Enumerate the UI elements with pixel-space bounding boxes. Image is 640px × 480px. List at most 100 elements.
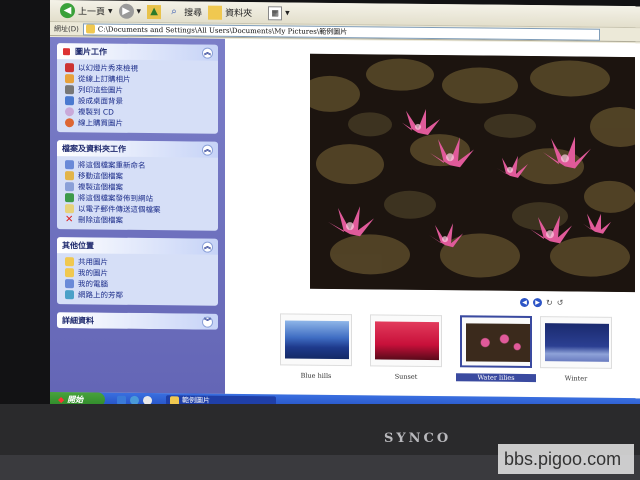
thumbnail-winter[interactable] xyxy=(540,316,612,369)
task-label: 以電子郵件傳送這個檔案 xyxy=(78,204,161,215)
globe-icon xyxy=(65,118,74,128)
camera-icon xyxy=(62,46,71,56)
desktop-icon xyxy=(65,96,74,106)
details-group: 詳細資料 ︾ xyxy=(57,312,218,330)
other-places-group: 其他位置 ︽ 共用圖片 我的圖片 我的電腦 網路上的芳鄰 xyxy=(57,237,218,306)
details-header[interactable]: 詳細資料 ︾ xyxy=(57,312,218,330)
folder-icon xyxy=(65,268,74,278)
place-label: 我的電腦 xyxy=(78,279,108,289)
rotate-ccw-icon[interactable]: ↺ xyxy=(557,298,564,307)
folder-icon xyxy=(208,5,223,20)
search-icon: ⌕ xyxy=(171,5,177,17)
show-desktop-icon[interactable] xyxy=(117,395,126,405)
task-label: 複製這個檔案 xyxy=(78,182,123,192)
picture-tasks-header[interactable]: 圖片工作 ︽ xyxy=(57,43,218,61)
back-label: 上一頁 xyxy=(78,7,106,18)
thumbnail-image xyxy=(285,320,349,360)
task-label: 線上購買圖片 xyxy=(78,118,123,128)
thumbnail-label: Blue hills xyxy=(300,371,332,380)
thumbnail-image xyxy=(466,323,530,363)
thumbnail-water-lilies[interactable] xyxy=(460,315,532,369)
rename-icon xyxy=(65,160,74,170)
details-title: 詳細資料 xyxy=(62,315,94,325)
windows-logo-icon: ◆ xyxy=(58,394,65,404)
task-delete[interactable]: ✕ 刪除這個檔案 xyxy=(65,214,212,227)
folders-label: 資料夾 xyxy=(225,8,253,20)
back-arrow-icon: ◀ xyxy=(60,3,75,19)
address-label: 網址(D) xyxy=(54,24,79,33)
place-label: 網路上的芳鄰 xyxy=(78,290,123,300)
delete-icon: ✕ xyxy=(65,214,74,226)
folder-icon xyxy=(65,257,74,267)
picture-tasks-group: 圖片工作 ︽ 以幻燈片秀來檢視 從線上訂購相片 列印這些圖片 設成桌面背景 複製… xyxy=(57,43,218,134)
thumbnail-label: Water lilies xyxy=(456,373,536,383)
task-label: 以幻燈片秀來檢視 xyxy=(78,63,138,73)
screen: ◀ 上一頁 ▾ ▶ ▾ ▲ ⌕ 搜尋 資料夾 ▦ ▾ 網址(D) C:\Docu… xyxy=(50,0,640,411)
chevron-down-icon: ▾ xyxy=(108,6,113,17)
task-label: 複製到 CD xyxy=(78,107,114,117)
task-pane: 圖片工作 ︽ 以幻燈片秀來檢視 從線上訂購相片 列印這些圖片 設成桌面背景 複製… xyxy=(50,37,225,394)
chevron-down-icon: ▾ xyxy=(136,6,142,17)
folders-button[interactable]: 資料夾 xyxy=(208,5,253,20)
file-tasks-group: 檔案及資料夾工作 ︽ 將這個檔案重新命名 移動這個檔案 複製這個檔案 將這個檔案… xyxy=(57,140,218,231)
up-folder-button[interactable]: ▲ xyxy=(147,4,162,19)
back-button[interactable]: ◀ 上一頁 ▾ xyxy=(60,3,113,19)
network-icon xyxy=(65,290,74,300)
file-tasks-title: 檔案及資料夾工作 xyxy=(62,143,126,154)
picture-viewer: ◀ ▶ ↻ ↺ Blue hills Sunset Water lilies W… xyxy=(225,38,640,399)
task-label: 列印這些圖片 xyxy=(78,85,123,95)
preview-nav: ◀ ▶ ↻ ↺ xyxy=(520,297,564,308)
publish-web-icon xyxy=(65,193,74,203)
picture-tasks-title: 圖片工作 xyxy=(75,46,107,57)
forward-arrow-icon: ▶ xyxy=(118,3,134,19)
place-label: 共用圖片 xyxy=(78,257,108,267)
cd-icon xyxy=(65,107,74,117)
task-label: 將這個檔案發佈到網站 xyxy=(78,193,153,204)
search-button[interactable]: ⌕ 搜尋 xyxy=(167,5,202,19)
other-places-title: 其他位置 xyxy=(62,240,94,250)
collapse-icon[interactable]: ︽ xyxy=(202,241,213,253)
thumbnail-label: Winter xyxy=(564,374,588,383)
chevron-down-icon: ▾ xyxy=(285,7,290,19)
file-tasks-header[interactable]: 檔案及資料夾工作 ︽ xyxy=(57,140,218,158)
task-label: 移動這個檔案 xyxy=(78,171,123,181)
collapse-icon[interactable]: ︽ xyxy=(202,47,213,59)
task-label: 將這個檔案重新命名 xyxy=(78,160,146,171)
task-label: 設成桌面背景 xyxy=(78,96,123,106)
task-label: 刪除這個檔案 xyxy=(78,215,123,225)
place-label: 我的圖片 xyxy=(78,268,108,278)
copy-icon xyxy=(65,182,74,192)
watermark: bbs.pigoo.com xyxy=(498,444,634,474)
folder-icon xyxy=(85,24,95,34)
thumbnail-label: Sunset xyxy=(394,372,418,381)
previous-image-icon[interactable]: ◀ xyxy=(520,297,529,308)
up-folder-icon: ▲ xyxy=(147,4,162,19)
address-path: C:\Documents and Settings\All Users\Docu… xyxy=(97,25,348,36)
place-network[interactable]: 網路上的芳鄰 xyxy=(65,289,212,302)
thumbnail-blue-hills[interactable] xyxy=(280,313,352,367)
email-icon xyxy=(65,204,74,214)
filmstrip: Blue hills Sunset Water lilies Winter xyxy=(275,309,635,383)
task-buy-online[interactable]: 線上購買圖片 xyxy=(65,117,212,130)
thumbnail-sunset[interactable] xyxy=(370,314,442,368)
other-places-header[interactable]: 其他位置 ︽ xyxy=(57,237,218,255)
expand-icon[interactable]: ︾ xyxy=(202,316,213,328)
views-icon: ▦ xyxy=(268,5,283,20)
search-label: 搜尋 xyxy=(184,8,203,19)
image-preview xyxy=(310,53,635,293)
computer-icon xyxy=(65,279,74,289)
thumbnail-image xyxy=(545,323,609,362)
task-label: 從線上訂購相片 xyxy=(78,74,131,84)
forward-button[interactable]: ▶ ▾ xyxy=(118,3,142,19)
next-image-icon[interactable]: ▶ xyxy=(533,298,542,308)
views-button[interactable]: ▦ ▾ xyxy=(268,5,290,20)
monitor-brand: SYNCO xyxy=(384,431,452,446)
printer-icon xyxy=(65,85,74,95)
rotate-cw-icon[interactable]: ↻ xyxy=(546,298,553,307)
collapse-icon[interactable]: ︽ xyxy=(202,144,213,156)
water-lilies-image xyxy=(310,53,635,293)
move-icon xyxy=(65,171,74,181)
order-prints-icon xyxy=(65,74,74,84)
thumbnail-image xyxy=(375,321,439,361)
slideshow-icon xyxy=(65,63,74,73)
